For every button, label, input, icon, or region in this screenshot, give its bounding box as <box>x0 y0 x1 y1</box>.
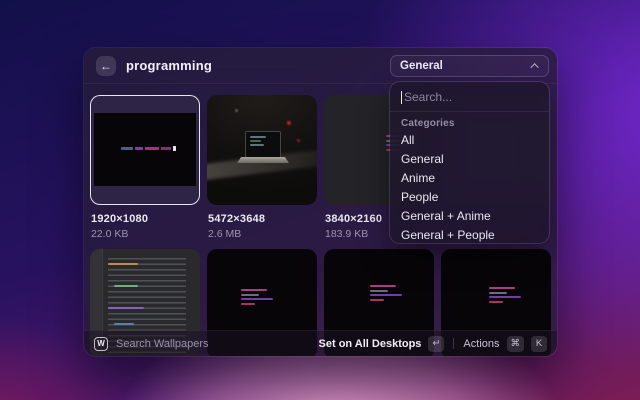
app-name-label: Search Wallpapers <box>116 338 209 350</box>
action-bar: W Search Wallpapers Set on All Desktops … <box>84 330 557 356</box>
wallpaper-thumbnail-1[interactable] <box>90 95 200 205</box>
category-dropdown-panel: Search... Categories All General Anime P… <box>390 82 549 243</box>
category-option-general-anime[interactable]: General + Anime <box>390 207 549 226</box>
thumbnail-image <box>94 113 196 186</box>
search-placeholder: Search... <box>404 90 452 104</box>
wallpaper-resolution: 1920×1080 <box>91 213 199 225</box>
enter-key-icon: ↵ <box>428 336 444 352</box>
wallhaven-app-icon: W <box>94 337 108 351</box>
chevron-up-icon <box>530 63 538 71</box>
wallpaper-filesize: 22.0 KB <box>91 228 199 240</box>
thumbnail-image <box>207 95 317 205</box>
actions-menu-button[interactable]: Actions <box>463 338 499 350</box>
wallpaper-resolution: 5472×3648 <box>208 213 316 225</box>
categories-section-label: Categories <box>390 112 549 131</box>
wallpaper-filesize: 2.6 MB <box>208 228 316 240</box>
category-option-general[interactable]: General <box>390 150 549 169</box>
text-caret <box>401 91 402 104</box>
back-arrow-icon: ← <box>100 60 112 72</box>
desktop: { "window": { "header": { "title": "prog… <box>0 0 640 400</box>
wallpaper-card-2: 5472×3648 2.6 MB <box>207 95 317 240</box>
wallpaper-search-window: ← programming General 1920×1080 22.0 KB <box>84 48 557 356</box>
category-option-general-people[interactable]: General + People <box>390 226 549 243</box>
wallpaper-card-1: 1920×1080 22.0 KB <box>90 95 200 240</box>
category-option-all[interactable]: All <box>390 131 549 150</box>
wallpaper-thumbnail-2[interactable] <box>207 95 317 205</box>
category-option-people[interactable]: People <box>390 188 549 207</box>
window-header: ← programming General <box>84 48 557 84</box>
primary-action-button[interactable]: Set on All Desktops <box>319 338 422 350</box>
back-button[interactable]: ← <box>96 56 116 76</box>
command-key-icon: ⌘ <box>507 336 525 352</box>
category-search-input[interactable]: Search... <box>390 82 549 112</box>
k-key-icon: K <box>531 336 547 352</box>
category-dropdown-value: General <box>400 60 443 72</box>
page-title: programming <box>126 58 212 73</box>
category-dropdown-button[interactable]: General <box>390 55 549 77</box>
category-option-anime[interactable]: Anime <box>390 169 549 188</box>
footer-divider <box>453 338 454 349</box>
footer-actions: Set on All Desktops ↵ Actions ⌘ K <box>319 336 547 352</box>
